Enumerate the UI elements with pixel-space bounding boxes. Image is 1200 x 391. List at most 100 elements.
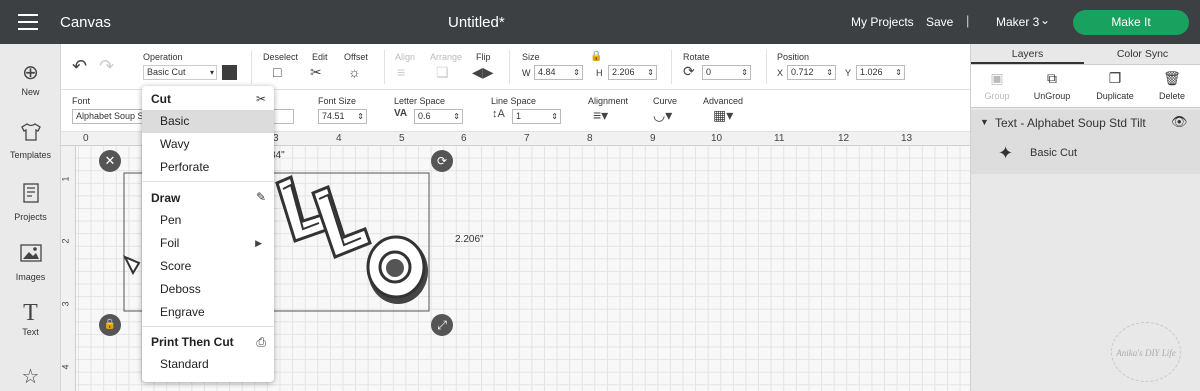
height-field[interactable]: 2.206 ⇕	[608, 65, 657, 80]
ruler-tick-label: 11	[774, 133, 785, 144]
sidebar-item-templates[interactable]: Templates	[0, 122, 61, 160]
operation-select[interactable]: Basic Cut ▾	[143, 65, 217, 80]
edit-label[interactable]: Edit	[312, 52, 328, 62]
redo-icon[interactable]: ↷	[99, 56, 114, 77]
ungroup-label: UnGroup	[1033, 91, 1071, 101]
offset-label[interactable]: Offset	[344, 52, 368, 62]
deselect-icon[interactable]: □	[273, 64, 281, 80]
sidebar-item-images[interactable]: Images	[0, 242, 61, 282]
menu-item-basic[interactable]: Basic	[142, 110, 274, 133]
chevron-down-icon[interactable]: ▼	[980, 117, 989, 127]
menu-item-deboss[interactable]: Deboss	[142, 278, 274, 301]
line-space-field[interactable]: 1 ⇕	[512, 109, 561, 124]
delete-handle-icon[interactable]: ✕	[99, 150, 121, 172]
layers-panel: Layers Color Sync ▣ Group ⧉ UnGroup ❐ Dupli…	[970, 44, 1200, 391]
delete-button[interactable]: 🗑 Delete	[1142, 69, 1200, 101]
menu-item-foil[interactable]: Foil ▶	[142, 232, 274, 255]
menu-item-engrave[interactable]: Engrave	[142, 301, 274, 324]
my-projects-link[interactable]: My Projects	[851, 15, 914, 29]
color-swatch[interactable]	[222, 65, 237, 80]
rotate-value: 0	[706, 67, 712, 77]
tab-color-sync[interactable]: Color Sync	[1084, 44, 1200, 64]
resize-handle-icon[interactable]: ⤢	[431, 314, 453, 336]
offset-icon[interactable]: ☼	[348, 64, 361, 80]
menu-item-perforate[interactable]: Perforate	[142, 156, 274, 179]
menu-item-wavy[interactable]: Wavy	[142, 133, 274, 156]
machine-selector[interactable]: Maker 3	[996, 15, 1039, 29]
sidebar-item-more[interactable]: ☆	[0, 366, 61, 391]
rotate-field[interactable]: 0 ⇕	[702, 65, 751, 80]
advanced-icon[interactable]: ▦▾	[713, 107, 733, 124]
left-sidebar: ⊕ New Templates Projects Images T Text ☆	[0, 44, 61, 391]
letter-l-2	[311, 185, 372, 259]
sidebar-item-projects[interactable]: Projects	[0, 182, 61, 222]
sidebar-item-new[interactable]: ⊕ New	[0, 62, 61, 97]
width-field[interactable]: 4.84 ⇕	[534, 65, 583, 80]
layer-group-row[interactable]: ▼ Text - Alphabet Soup Std Tilt 👁	[971, 110, 1200, 138]
plus-circle-icon: ⊕	[22, 62, 39, 84]
font-style-select[interactable]	[274, 109, 294, 124]
font-value: Alphabet Soup S	[76, 111, 144, 121]
duplicate-icon: ❐	[1108, 70, 1122, 86]
deselect-label[interactable]: Deselect	[263, 52, 298, 62]
alignment-icon[interactable]: ≡▾	[593, 107, 608, 124]
ruler-tick-label: 2	[60, 238, 71, 244]
hamburger-menu-icon[interactable]	[18, 14, 38, 30]
duplicate-button[interactable]: ❐ Duplicate	[1085, 69, 1145, 101]
letter-space-icon: VA	[394, 108, 408, 119]
sidebar-item-label: Images	[15, 272, 46, 282]
menu-item-standard[interactable]: Standard	[142, 353, 274, 376]
menu-item-pen[interactable]: Pen	[142, 209, 274, 232]
document-title: Untitled*	[448, 14, 505, 31]
letter-space-field[interactable]: 0.6 ⇕	[414, 109, 463, 124]
layer-thumbnail-icon: ✦	[998, 143, 1014, 163]
y-field[interactable]: 1.026 ⇕	[856, 65, 905, 80]
font-size-field[interactable]: 74.51 ⇕	[318, 109, 367, 124]
lock-handle-icon[interactable]: 🔒	[99, 314, 121, 336]
make-it-button[interactable]: Make It	[1073, 10, 1189, 35]
edit-scissors-icon[interactable]: ✂	[310, 64, 322, 81]
scissors-icon: ✂	[255, 92, 266, 106]
menu-item-score[interactable]: Score	[142, 255, 274, 278]
save-link[interactable]: Save	[926, 15, 953, 29]
font-size-label: Font Size	[318, 96, 357, 106]
duplicate-label: Duplicate	[1096, 91, 1134, 101]
lock-icon[interactable]: 🔒	[590, 51, 602, 62]
x-value: 0.712	[791, 67, 814, 77]
group-button[interactable]: ▣ Group	[967, 69, 1027, 101]
ruler-tick-label: 7	[524, 133, 530, 144]
font-size-value: 74.51	[322, 111, 345, 121]
curve-icon[interactable]: ◡▾	[653, 107, 672, 124]
chevron-right-icon: ▶	[255, 238, 262, 248]
sidebar-item-label: Templates	[9, 150, 52, 160]
ruler-tick-label: 12	[838, 133, 850, 144]
eye-icon[interactable]: 👁	[1171, 114, 1188, 130]
line-space-label: Line Space	[491, 96, 537, 106]
ruler-tick-label: 9	[650, 133, 656, 144]
width-value: 4.84	[538, 67, 556, 77]
x-field[interactable]: 0.712 ⇕	[787, 65, 836, 80]
pencil-icon: ✎	[255, 190, 266, 204]
flip-label[interactable]: Flip	[476, 52, 491, 62]
caret-down-icon: ▾	[209, 68, 214, 77]
align-icon: ≡	[397, 64, 406, 80]
top-bar: Canvas Untitled* My Projects Save | Make…	[0, 0, 1200, 44]
rotate-label: Rotate	[683, 52, 710, 62]
x-label: X	[777, 68, 784, 78]
undo-icon[interactable]: ↶	[72, 56, 87, 77]
sidebar-item-text[interactable]: T Text	[0, 301, 61, 337]
ruler-vertical: 1 2 3 4	[61, 146, 76, 391]
ruler-tick-label: 5	[399, 133, 405, 144]
flip-icon[interactable]: ◀▶	[472, 64, 494, 81]
letter-space-label: Letter Space	[394, 96, 446, 106]
ungroup-button[interactable]: ⧉ UnGroup	[1022, 69, 1082, 101]
font-select[interactable]: Alphabet Soup S	[72, 109, 150, 124]
layer-row[interactable]: ✦ Basic Cut	[971, 138, 1200, 174]
cut-heading: Cut	[151, 92, 171, 106]
tab-layers[interactable]: Layers	[971, 44, 1084, 64]
chevron-down-icon[interactable]: ⌄	[1040, 13, 1050, 27]
rotate-handle-icon[interactable]: ⟳	[431, 150, 453, 172]
layers-toolbar: ▣ Group ⧉ UnGroup ❐ Duplicate 🗑 Delete	[971, 64, 1200, 108]
images-icon	[0, 242, 61, 269]
sidebar-item-label: Text	[22, 327, 39, 337]
